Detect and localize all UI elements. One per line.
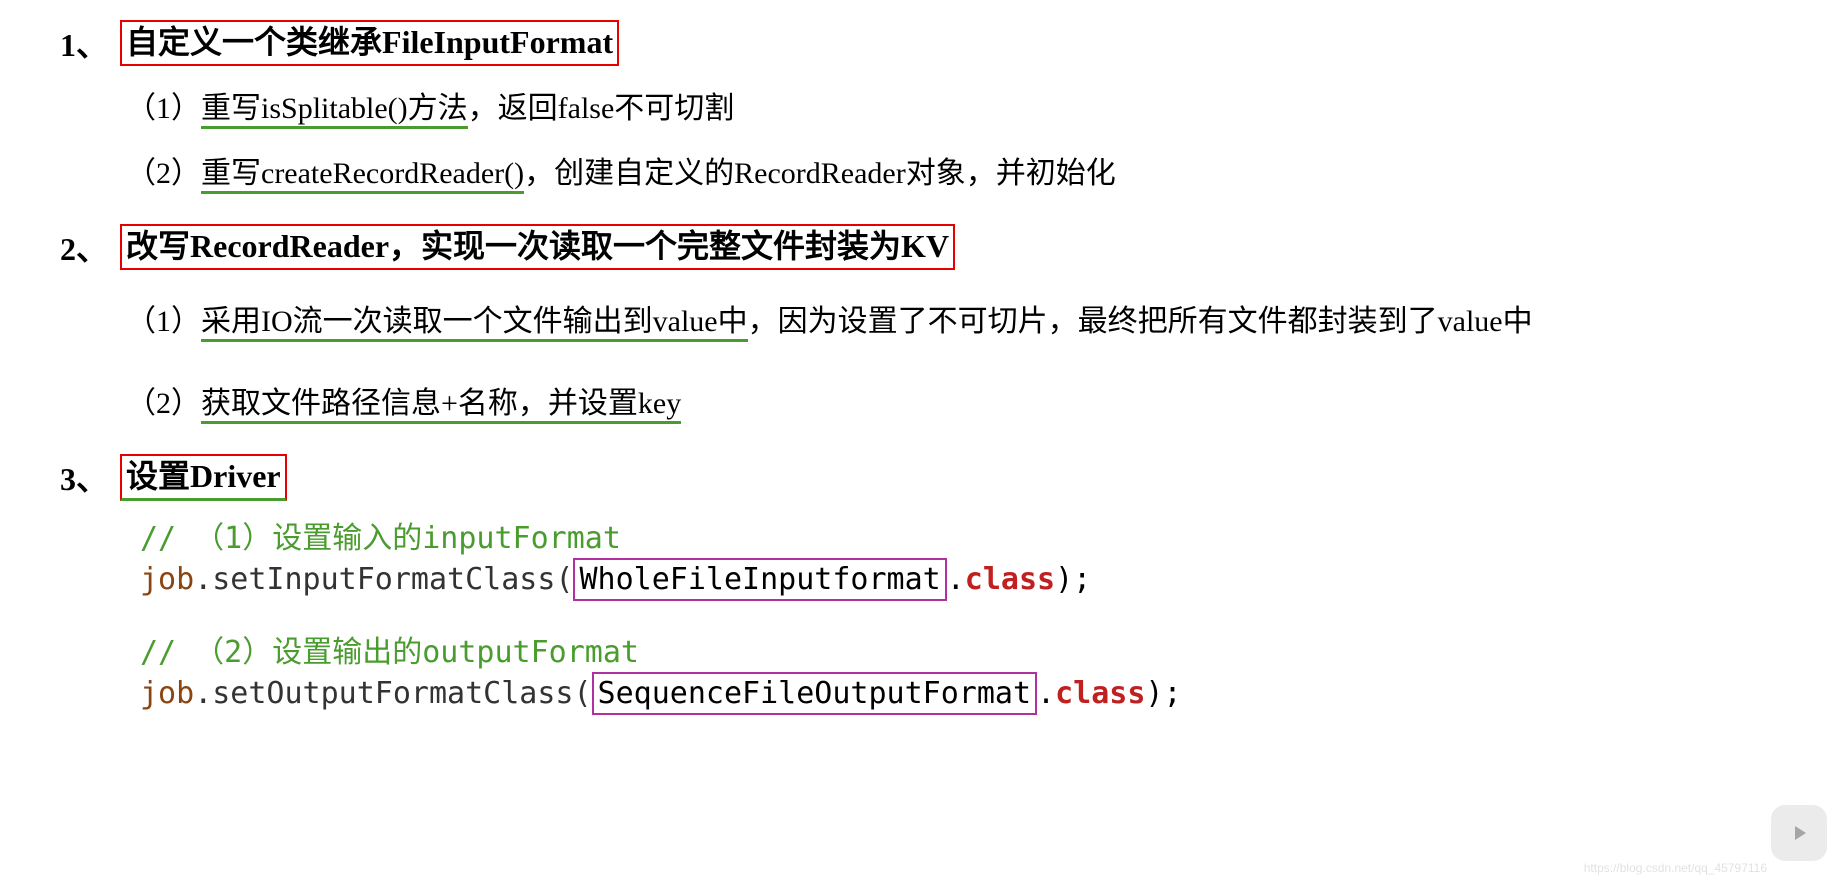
code-boxed-class: WholeFileInputformat <box>573 558 946 601</box>
sub-number: （1） <box>126 92 201 125</box>
list-item-3: 3、 设置Driver <box>60 454 1787 501</box>
rest-text: ，返回false不可切割 <box>468 92 735 125</box>
code-method: .setInputFormatClass( <box>194 562 573 597</box>
code-line: job.setInputFormatClass(WholeFileInputfo… <box>140 558 1787 601</box>
code-comment: // （1）设置输入的inputFormat <box>140 519 1787 558</box>
code-block-2: // （2）设置输出的outputFormat job.setOutputFor… <box>140 633 1787 715</box>
rest-text: ，创建自定义的RecordReader对象，并初始化 <box>524 157 1116 190</box>
sub-number: （2） <box>126 157 201 190</box>
watermark-text: https://blog.csdn.net/qq_45797116 <box>1584 861 1767 875</box>
code-end: ); <box>1055 562 1091 597</box>
sub-item-2-2: （2）获取文件路径信息+名称，并设置key <box>126 381 1787 426</box>
rest-text: ，因为设置了不可切片，最终把所有文件都封装到了value中 <box>748 305 1533 338</box>
section-1: 1、 自定义一个类继承FileInputFormat （1）重写isSplita… <box>60 20 1787 196</box>
sub-item-2-1: （1）采用IO流一次读取一个文件输出到value中，因为设置了不可切片，最终把所… <box>66 290 1787 353</box>
code-comment: // （2）设置输出的outputFormat <box>140 633 1787 672</box>
sub-number: （2） <box>126 387 201 420</box>
code-object: job <box>140 676 194 711</box>
list-item-2: 2、 改写RecordReader，实现一次读取一个完整文件封装为KV <box>60 224 1787 270</box>
code-end: ); <box>1145 676 1181 711</box>
heading-1: 自定义一个类继承FileInputFormat <box>120 20 619 66</box>
code-method: .setOutputFormatClass( <box>194 676 591 711</box>
underline-text: 重写isSplitable()方法 <box>201 92 468 129</box>
section-2: 2、 改写RecordReader，实现一次读取一个完整文件封装为KV （1）采… <box>60 224 1787 426</box>
code-dot: . <box>1037 676 1055 711</box>
sub-item-1-1: （1）重写isSplitable()方法，返回false不可切割 <box>126 86 1787 131</box>
list-number-1: 1、 <box>60 20 108 66</box>
sub-number: （1） <box>126 305 201 338</box>
heading-2: 改写RecordReader，实现一次读取一个完整文件封装为KV <box>120 224 955 270</box>
underline-text: 获取文件路径信息+名称，并设置key <box>201 387 681 424</box>
sub-item-1-2: （2）重写createRecordReader()，创建自定义的RecordRe… <box>126 151 1787 196</box>
underline-text: 采用IO流一次读取一个文件输出到value中 <box>201 305 748 342</box>
code-line: job.setOutputFormatClass(SequenceFileOut… <box>140 672 1787 715</box>
play-icon <box>1787 821 1811 845</box>
section-3: 3、 设置Driver // （1）设置输入的inputFormat job.s… <box>60 454 1787 715</box>
code-object: job <box>140 562 194 597</box>
heading-3: 设置Driver <box>120 454 287 501</box>
play-button[interactable] <box>1771 805 1827 861</box>
code-keyword: class <box>1055 676 1145 711</box>
list-number-2: 2、 <box>60 224 108 270</box>
code-block-1: // （1）设置输入的inputFormat job.setInputForma… <box>140 519 1787 601</box>
underline-text: 重写createRecordReader() <box>201 157 524 194</box>
list-number-3: 3、 <box>60 454 108 500</box>
code-dot: . <box>947 562 965 597</box>
list-item-1: 1、 自定义一个类继承FileInputFormat <box>60 20 1787 66</box>
code-keyword: class <box>965 562 1055 597</box>
code-boxed-class: SequenceFileOutputFormat <box>592 672 1037 715</box>
